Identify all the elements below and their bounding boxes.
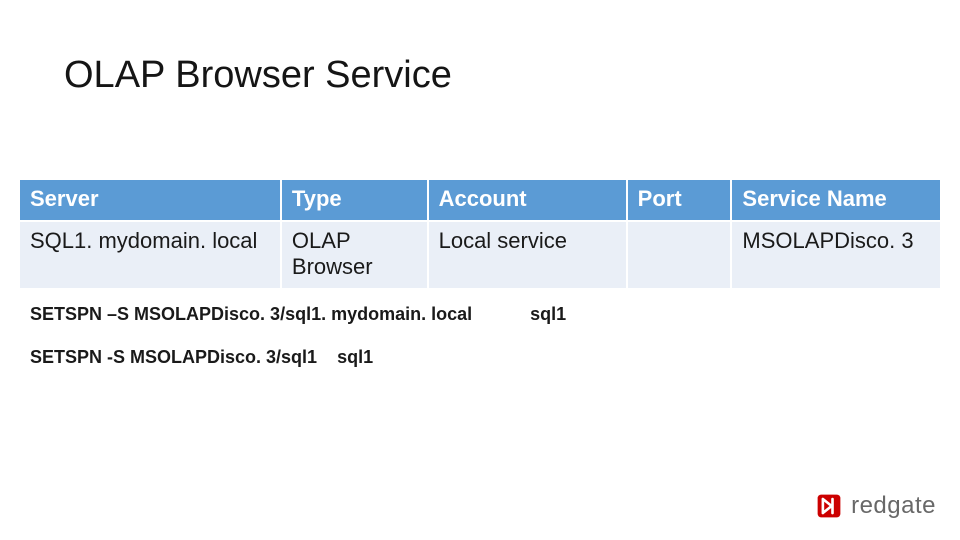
th-type: Type [281,179,428,221]
brand-name: redgate [851,492,936,520]
cmd1-part-a: SETSPN –S MSOLAPDisco. 3/sql1. mydomain.… [30,304,472,324]
th-account: Account [428,179,627,221]
page-title: OLAP Browser Service [64,54,452,97]
table: Server Type Account Port Service Name SQ… [18,178,942,290]
th-service-name: Service Name [731,179,941,221]
th-port: Port [627,179,732,221]
command-line-2: SETSPN -S MSOLAPDisco. 3/sql1 sql1 [30,343,566,372]
cmd1-part-b: sql1 [530,304,566,324]
cell-account: Local service [428,221,627,289]
cell-service-name: MSOLAPDisco. 3 [731,221,941,289]
command-block: SETSPN –S MSOLAPDisco. 3/sql1. mydomain.… [30,300,566,386]
command-line-1: SETSPN –S MSOLAPDisco. 3/sql1. mydomain.… [30,300,566,329]
brand-logo: redgate [815,492,936,520]
cell-type: OLAP Browser [281,221,428,289]
cmd2-part-a: SETSPN -S MSOLAPDisco. 3/sql1 [30,347,317,367]
table-header-row: Server Type Account Port Service Name [19,179,941,221]
cell-server: SQL1. mydomain. local [19,221,281,289]
service-table: Server Type Account Port Service Name SQ… [18,178,942,290]
redgate-icon [815,492,843,520]
slide: OLAP Browser Service Server Type Account… [0,0,960,540]
table-row: SQL1. mydomain. local OLAP Browser Local… [19,221,941,289]
cmd2-part-b: sql1 [337,347,373,367]
th-server: Server [19,179,281,221]
cell-port [627,221,732,289]
